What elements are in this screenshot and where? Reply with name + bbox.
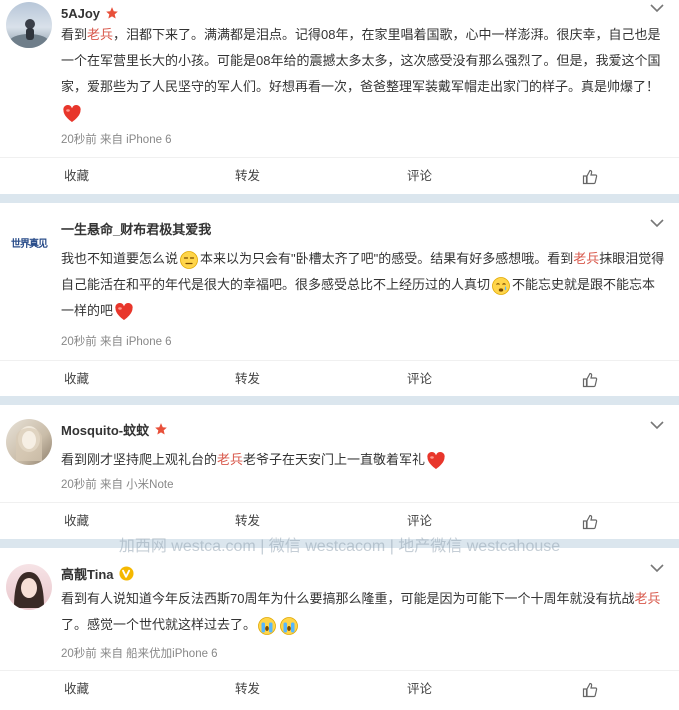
chevron-down-icon[interactable] — [649, 217, 665, 229]
text-segment: 本来以为只会有"卧槽太齐了吧"的感受。结果有好多感想哦。看到 — [200, 251, 574, 266]
crying-face-icon — [492, 276, 510, 295]
text-segment: 老爷子在天安门上一直敬着军礼 — [243, 452, 426, 467]
action-bar: 收藏 转发 评论 — [0, 157, 679, 194]
comment-button[interactable]: 评论 — [407, 503, 432, 539]
post-meta: 20秒前 来自 船来优加iPhone 6 — [61, 648, 218, 660]
text-segment: ，泪都下来了。满满都是泪点。记得08年，在家里唱着国歌，心中一样澎湃。很庆幸，自… — [61, 27, 661, 94]
post-3: Mosquito-蚊蚊 看到刚才坚持爬上观礼台的老兵老爷子在天安门上一直敬着军礼… — [0, 405, 679, 539]
post-text: 看到刚才坚持爬上观礼台的老兵老爷子在天安门上一直敬着军礼 — [61, 447, 668, 473]
repost-button[interactable]: 转发 — [235, 361, 260, 397]
keyword-link[interactable]: 老兵 — [217, 452, 243, 467]
post-meta: 20秒前 来自 iPhone 6 — [61, 134, 172, 146]
repost-button[interactable]: 转发 — [235, 503, 260, 539]
text-segment: 看到 — [61, 27, 88, 42]
text-segment: 我也不知道要怎么说 — [61, 251, 179, 266]
username[interactable]: 5AJoy — [61, 6, 100, 21]
username[interactable]: Mosquito-蚊蚊 — [61, 420, 149, 439]
text-segment: 看到有人说知道今年反法西斯70周年为什么要搞那么隆重，可能是因为可能下一个十周年… — [61, 591, 635, 606]
comment-button[interactable]: 评论 — [407, 158, 432, 194]
post-2: 世界真见 一生悬命_财布君极其爱我 我也不知道要怎么说 本来以为只会有"卧槽太齐了… — [0, 203, 679, 396]
tearful-face-icon — [280, 616, 298, 635]
post-text: 看到老兵，泪都下来了。满满都是泪点。记得08年，在家里唱着国歌，心中一样澎湃。很… — [61, 22, 668, 126]
heart-emoji-icon — [115, 302, 133, 320]
chevron-down-icon[interactable] — [649, 419, 665, 431]
keyword-link[interactable]: 老兵 — [634, 591, 660, 606]
comment-button[interactable]: 评论 — [407, 361, 432, 397]
avatar[interactable] — [6, 419, 52, 465]
post-meta: 20秒前 来自 小米Note — [61, 479, 174, 491]
collect-button[interactable]: 收藏 — [64, 503, 89, 539]
action-bar: 收藏 转发 评论 — [0, 502, 679, 539]
post-1: 5AJoy 看到老兵，泪都下来了。满满都是泪点。记得08年，在家里唱着国歌，心中… — [0, 0, 679, 194]
avatar[interactable]: 世界真见 — [6, 219, 52, 265]
avatar-photo-icon — [9, 19, 49, 48]
text-segment: 看到刚才坚持爬上观礼台的 — [61, 452, 218, 467]
post-text: 我也不知道要怎么说 本来以为只会有"卧槽太齐了吧"的感受。结果有好多感想哦。看到老… — [61, 246, 668, 324]
keyword-link[interactable]: 老兵 — [87, 27, 113, 42]
chevron-down-icon[interactable] — [649, 2, 665, 14]
heart-emoji-icon — [427, 451, 445, 469]
verified-v-icon — [118, 565, 134, 581]
post-4: 高靓Tina 看到有人说知道今年反法西斯70周年为什么要搞那么隆重，可能是因为可… — [0, 548, 679, 710]
thumbs-up-icon[interactable] — [582, 372, 598, 393]
text-segment: 了。感觉一个世代就这样过去了。 — [61, 617, 257, 632]
chevron-down-icon[interactable] — [649, 562, 665, 574]
avatar[interactable] — [6, 564, 52, 610]
keyword-link[interactable]: 老兵 — [573, 251, 599, 266]
avatar[interactable] — [6, 2, 52, 48]
star-icon — [154, 422, 168, 436]
avatar-photo-icon — [16, 426, 42, 461]
tearful-face-icon — [258, 616, 276, 635]
sigh-face-icon — [180, 250, 198, 269]
collect-button[interactable]: 收藏 — [64, 158, 89, 194]
post-text: 看到有人说知道今年反法西斯70周年为什么要搞那么隆重，可能是因为可能下一个十周年… — [61, 586, 668, 638]
comment-button[interactable]: 评论 — [407, 671, 432, 707]
separator — [0, 194, 679, 203]
collect-button[interactable]: 收藏 — [64, 361, 89, 397]
thumbs-up-icon[interactable] — [582, 169, 598, 190]
avatar-photo-icon — [14, 572, 44, 608]
repost-button[interactable]: 转发 — [235, 158, 260, 194]
post-meta: 20秒前 来自 iPhone 6 — [61, 336, 172, 348]
heart-emoji-icon — [63, 104, 81, 122]
username[interactable]: 一生悬命_财布君极其爱我 — [61, 219, 211, 238]
action-bar: 收藏 转发 评论 — [0, 670, 679, 707]
action-bar: 收藏 转发 评论 — [0, 360, 679, 397]
avatar-text: 世界真见 — [11, 238, 48, 250]
separator — [0, 539, 679, 548]
thumbs-up-icon[interactable] — [582, 682, 598, 703]
collect-button[interactable]: 收藏 — [64, 671, 89, 707]
star-icon — [105, 6, 119, 20]
username[interactable]: 高靓Tina — [61, 564, 114, 583]
repost-button[interactable]: 转发 — [235, 671, 260, 707]
separator — [0, 396, 679, 405]
thumbs-up-icon[interactable] — [582, 514, 598, 535]
